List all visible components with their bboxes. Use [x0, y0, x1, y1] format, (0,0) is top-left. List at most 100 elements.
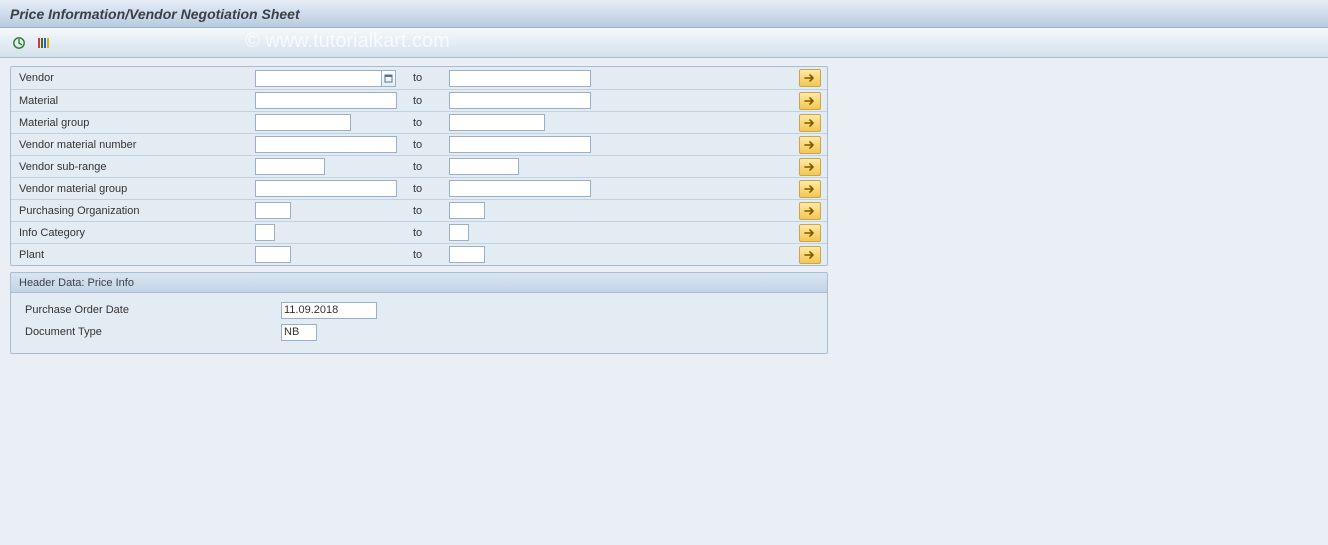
- arrow-right-icon: [804, 206, 816, 216]
- to-input[interactable]: [449, 70, 591, 87]
- to-label: to: [407, 183, 449, 195]
- arrow-right-icon: [804, 184, 816, 194]
- more-cell: [793, 246, 821, 264]
- to-label: to: [407, 72, 449, 84]
- selection-row: Info Categoryto: [11, 221, 827, 243]
- doc-type-label: Document Type: [19, 326, 281, 338]
- selection-row: Vendor sub-rangeto: [11, 155, 827, 177]
- from-input[interactable]: [255, 224, 275, 241]
- from-input[interactable]: [255, 246, 291, 263]
- selection-row-label: Plant: [11, 249, 255, 261]
- watermark-text: © www.tutorialkart.com: [245, 30, 450, 53]
- to-cell: [449, 136, 601, 153]
- app-toolbar: © www.tutorialkart.com: [0, 28, 1328, 58]
- selection-row: Vendor material group to: [11, 177, 827, 199]
- from-input[interactable]: [255, 70, 382, 87]
- more-cell: [793, 158, 821, 176]
- to-cell: [449, 246, 601, 263]
- multiple-selection-button[interactable]: [799, 69, 821, 87]
- selection-row-label: Purchasing Organization: [11, 205, 255, 217]
- arrow-right-icon: [804, 162, 816, 172]
- content-area: VendortoMaterialtoMaterial grouptoVendor…: [0, 58, 1328, 368]
- to-cell: [449, 92, 601, 109]
- from-input[interactable]: [255, 136, 397, 153]
- multiple-selection-button[interactable]: [799, 224, 821, 242]
- to-input[interactable]: [449, 136, 591, 153]
- selection-criteria-grid: VendortoMaterialtoMaterial grouptoVendor…: [10, 66, 828, 266]
- more-cell: [793, 202, 821, 220]
- arrow-right-icon: [804, 250, 816, 260]
- from-cell: [255, 224, 407, 241]
- more-cell: [793, 180, 821, 198]
- arrow-right-icon: [804, 118, 816, 128]
- to-input[interactable]: [449, 246, 485, 263]
- to-cell: [449, 114, 601, 131]
- variant-icon: [36, 36, 50, 50]
- arrow-right-icon: [804, 228, 816, 238]
- multiple-selection-button[interactable]: [799, 180, 821, 198]
- to-input[interactable]: [449, 224, 469, 241]
- selection-row-label: Vendor material group: [11, 183, 255, 195]
- page-title: Price Information/Vendor Negotiation She…: [10, 6, 300, 22]
- arrow-right-icon: [804, 140, 816, 150]
- from-input[interactable]: [255, 158, 325, 175]
- to-input[interactable]: [449, 158, 519, 175]
- search-help-icon: [384, 74, 393, 83]
- multiple-selection-button[interactable]: [799, 202, 821, 220]
- more-cell: [793, 114, 821, 132]
- selection-row-label: Material group: [11, 117, 255, 129]
- multiple-selection-button[interactable]: [799, 136, 821, 154]
- selection-row-label: Vendor: [11, 72, 255, 84]
- selection-row: Material groupto: [11, 111, 827, 133]
- to-label: to: [407, 249, 449, 261]
- from-cell: [255, 246, 407, 263]
- arrow-right-icon: [804, 96, 816, 106]
- to-input[interactable]: [449, 92, 591, 109]
- selection-row: Plant to: [11, 243, 827, 265]
- more-cell: [793, 92, 821, 110]
- to-cell: [449, 70, 601, 87]
- to-label: to: [407, 227, 449, 239]
- groupbox-body: Purchase Order Date Document Type: [11, 293, 827, 353]
- from-input[interactable]: [255, 92, 397, 109]
- selection-row: Material to: [11, 89, 827, 111]
- to-input[interactable]: [449, 114, 545, 131]
- to-label: to: [407, 95, 449, 107]
- multiple-selection-button[interactable]: [799, 114, 821, 132]
- header-data-groupbox: Header Data: Price Info Purchase Order D…: [10, 272, 828, 354]
- more-cell: [793, 224, 821, 242]
- more-cell: [793, 69, 821, 87]
- from-cell: [255, 92, 407, 109]
- multiple-selection-button[interactable]: [799, 92, 821, 110]
- selection-row: Vendor material numberto: [11, 133, 827, 155]
- selection-row-label: Vendor sub-range: [11, 161, 255, 173]
- multiple-selection-button[interactable]: [799, 246, 821, 264]
- po-date-row: Purchase Order Date: [19, 299, 819, 321]
- from-cell: [255, 70, 407, 87]
- selection-row: Vendor to: [11, 67, 827, 89]
- variant-button[interactable]: [32, 32, 54, 54]
- search-help-button[interactable]: [381, 70, 396, 87]
- from-input[interactable]: [255, 202, 291, 219]
- from-cell: [255, 136, 407, 153]
- doc-type-input[interactable]: [281, 324, 317, 341]
- po-date-input[interactable]: [281, 302, 377, 319]
- more-cell: [793, 136, 821, 154]
- to-input[interactable]: [449, 202, 485, 219]
- selection-row: Purchasing Organizationto: [11, 199, 827, 221]
- to-cell: [449, 202, 601, 219]
- multiple-selection-button[interactable]: [799, 158, 821, 176]
- from-cell: [255, 114, 407, 131]
- po-date-label: Purchase Order Date: [19, 304, 281, 316]
- execute-icon: [12, 36, 26, 50]
- title-bar: Price Information/Vendor Negotiation She…: [0, 0, 1328, 28]
- to-input[interactable]: [449, 180, 591, 197]
- selection-row-label: Material: [11, 95, 255, 107]
- from-cell: [255, 180, 407, 197]
- from-cell: [255, 202, 407, 219]
- execute-button[interactable]: [8, 32, 30, 54]
- from-input[interactable]: [255, 114, 351, 131]
- from-input[interactable]: [255, 180, 397, 197]
- from-cell: [255, 158, 407, 175]
- to-label: to: [407, 139, 449, 151]
